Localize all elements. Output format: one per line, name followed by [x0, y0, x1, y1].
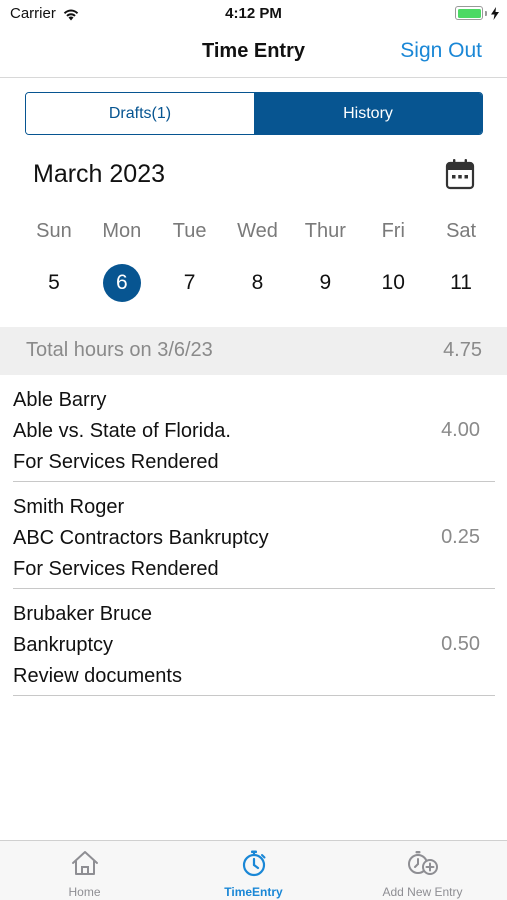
date-cell[interactable]: 6 — [88, 264, 156, 302]
stopwatch-icon — [242, 850, 265, 877]
tab-home-label: Home — [68, 885, 101, 899]
date-number: 5 — [48, 271, 60, 294]
date-cell[interactable]: 11 — [427, 264, 495, 302]
total-hours-bar: Total hours on 3/6/23 4.75 — [0, 327, 507, 375]
home-icon — [71, 851, 98, 875]
battery-icon — [455, 6, 499, 20]
weekday-label: Tue — [172, 220, 207, 242]
entry-hours: 4.00 — [441, 419, 480, 441]
weekday-label: Thur — [304, 220, 346, 242]
time-entry-row[interactable]: Able Barry Able vs. State of Florida. Fo… — [13, 375, 495, 482]
weekday-header: Sun Mon Tue Wed Thur Fri Sat — [20, 220, 495, 243]
entry-hours: 0.50 — [441, 633, 480, 655]
entry-matter: ABC Contractors Bankruptcy — [13, 527, 269, 549]
entry-description: For Services Rendered — [13, 451, 219, 473]
date-number: 10 — [381, 271, 405, 294]
date-number: 8 — [251, 271, 264, 294]
weekday-label: Mon — [102, 220, 142, 242]
time-entry-row[interactable]: Brubaker Bruce Bankruptcy Review documen… — [13, 589, 495, 696]
battery-fill — [457, 8, 481, 18]
month-label: March 2023 — [33, 160, 166, 188]
entry-matter: Bankruptcy — [13, 634, 114, 656]
entry-description: For Services Rendered — [13, 558, 219, 580]
tab-bar: Home TimeEntry Add New Entry — [0, 840, 507, 900]
entry-hours: 0.25 — [441, 526, 480, 548]
weekday-label: Sat — [446, 220, 477, 242]
date-cell[interactable]: 7 — [156, 264, 224, 302]
status-time: 4:12 PM — [225, 5, 282, 22]
history-segment[interactable]: History — [254, 93, 482, 134]
tab-home[interactable]: Home — [0, 841, 169, 900]
date-cell[interactable]: 10 — [359, 264, 427, 302]
weekday-label: Wed — [237, 220, 278, 242]
date-number: 6 — [102, 264, 141, 302]
tab-timeentry[interactable]: TimeEntry — [169, 841, 338, 900]
charging-bolt-icon — [491, 6, 499, 20]
weekday-label: Sun — [36, 220, 72, 242]
date-cell[interactable]: 9 — [291, 264, 359, 302]
time-entry-row[interactable]: Smith Roger ABC Contractors Bankruptcy F… — [13, 482, 495, 589]
tab-timeentry-label: TimeEntry — [224, 885, 283, 899]
total-hours-label: Total hours on 3/6/23 — [26, 339, 213, 361]
time-entry-list: Able Barry Able vs. State of Florida. Fo… — [0, 375, 507, 696]
tab-add-new-entry-label: Add New Entry — [382, 885, 463, 899]
drafts-history-segmented-control: Drafts(1) History — [25, 92, 483, 135]
week-dates: 5 6 7 8 9 10 11 — [20, 264, 495, 302]
add-timer-icon — [407, 851, 438, 875]
tab-add-new-entry[interactable]: Add New Entry — [338, 841, 507, 900]
date-cell[interactable]: 8 — [224, 264, 292, 302]
status-bar: Carrier 4:12 PM — [0, 0, 507, 28]
sign-out-button[interactable]: Sign Out — [400, 39, 482, 63]
entry-client: Smith Roger — [13, 496, 125, 518]
entry-matter: Able vs. State of Florida. — [13, 420, 231, 442]
entry-description: Review documents — [13, 665, 182, 687]
calendar-icon[interactable] — [445, 158, 475, 190]
drafts-segment[interactable]: Drafts(1) — [26, 93, 254, 134]
date-number: 9 — [319, 271, 332, 294]
date-cell[interactable]: 5 — [20, 264, 88, 302]
weekday-label: Fri — [381, 220, 405, 242]
navigation-bar: Time Entry Sign Out — [0, 28, 507, 78]
date-number: 11 — [450, 271, 472, 294]
entry-client: Brubaker Bruce — [13, 603, 152, 625]
entry-client: Able Barry — [13, 389, 107, 411]
date-number: 7 — [183, 271, 196, 294]
total-hours-value: 4.75 — [443, 339, 482, 361]
